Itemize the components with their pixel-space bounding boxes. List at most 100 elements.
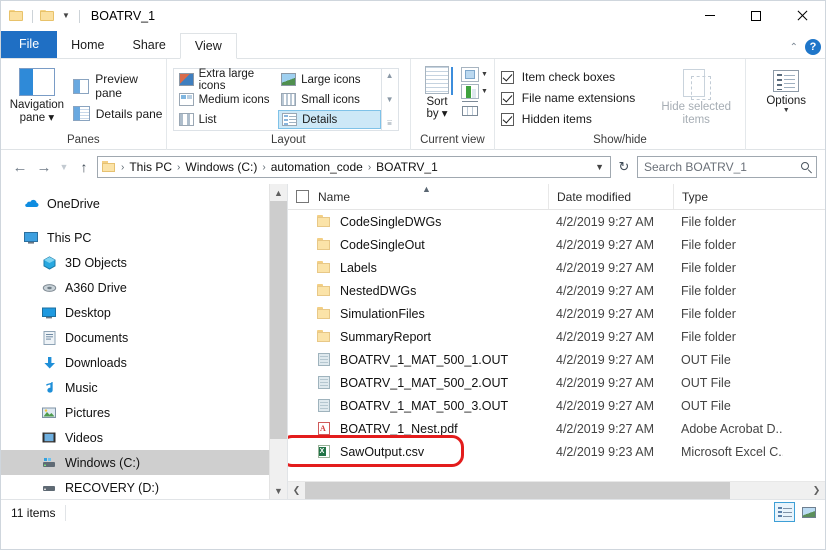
scrollbar-thumb[interactable] [305, 482, 730, 499]
collapse-ribbon-icon[interactable]: ⌃ [790, 42, 798, 53]
scroll-right-icon[interactable]: ❯ [808, 485, 825, 496]
table-row[interactable]: BOATRV_1_MAT_500_1.OUT 4/2/2019 9:27 AM … [288, 348, 825, 371]
hidden-items-checkbox[interactable] [501, 113, 514, 126]
file-type: OUT File [673, 376, 783, 390]
layout-medium-icons[interactable]: Medium icons [176, 90, 279, 109]
sidebar-item-windows-c[interactable]: Windows (C:) [1, 450, 287, 475]
item-check-boxes-row[interactable]: Item check boxes [501, 70, 635, 84]
breadcrumb-windows-c[interactable]: Windows (C:) [183, 160, 259, 174]
folder-icon[interactable] [9, 9, 25, 24]
gallery-expand-icon[interactable]: ⩸ [387, 118, 392, 128]
close-button[interactable] [779, 1, 825, 30]
breadcrumb-this-pc[interactable]: This PC [127, 160, 174, 174]
horizontal-scrollbar[interactable]: ❮ ❯ [288, 481, 825, 499]
file-name: CodeSingleOut [340, 238, 425, 252]
file-name: SawOutput.csv [340, 445, 424, 459]
recent-locations-button[interactable]: ▼ [57, 156, 71, 178]
navigation-pane-button[interactable]: Navigation pane ▾ [1, 64, 73, 125]
file-name-extensions-label: File name extensions [522, 91, 635, 105]
sidebar-item-a360-drive[interactable]: A360 Drive [1, 275, 287, 300]
scroll-down-icon[interactable]: ▼ [270, 482, 287, 499]
layout-extra-large-icons[interactable]: Extra large icons [176, 70, 279, 89]
scroll-up-icon[interactable]: ▲ [386, 71, 394, 80]
folder-icon [102, 161, 116, 173]
address-path-box[interactable]: › This PC › Windows (C:) › automation_co… [97, 156, 611, 178]
documents-icon [41, 330, 58, 346]
tab-view[interactable]: View [180, 33, 237, 59]
table-row[interactable]: Labels 4/2/2019 9:27 AM File folder [288, 256, 825, 279]
tab-file[interactable]: File [1, 31, 57, 58]
table-row[interactable]: CodeSingleDWGs 4/2/2019 9:27 AM File fol… [288, 210, 825, 233]
chevron-down-icon[interactable]: ▼ [60, 12, 72, 20]
sidebar-item-documents[interactable]: Documents [1, 325, 287, 350]
chevron-down-icon[interactable]: ▼ [783, 107, 790, 114]
tab-share[interactable]: Share [119, 33, 180, 58]
forward-button[interactable]: → [33, 156, 55, 178]
navigation-pane-scrollbar[interactable]: ▲ ▼ [269, 184, 287, 499]
table-row[interactable]: NestedDWGs 4/2/2019 9:27 AM File folder [288, 279, 825, 302]
table-row[interactable]: SimulationFiles 4/2/2019 9:27 AM File fo… [288, 302, 825, 325]
a360-drive-icon [41, 280, 58, 296]
preview-pane-button[interactable]: Preview pane [73, 72, 166, 100]
scroll-up-icon[interactable]: ▲ [270, 184, 287, 201]
column-header-date-modified[interactable]: Date modified [548, 184, 673, 209]
sidebar-label: Windows (C:) [65, 456, 140, 470]
maximize-button[interactable] [733, 1, 779, 30]
search-box[interactable]: Search BOATRV_1 [637, 156, 817, 178]
up-button[interactable]: ↑ [73, 156, 95, 178]
table-row[interactable]: BOATRV_1_MAT_500_2.OUT 4/2/2019 9:27 AM … [288, 371, 825, 394]
back-button[interactable]: ← [9, 156, 31, 178]
sidebar-item-3d-objects[interactable]: 3D Objects [1, 250, 287, 275]
item-check-boxes-checkbox[interactable] [501, 71, 514, 84]
column-header-name[interactable]: Name [288, 184, 548, 209]
breadcrumb-automation-code[interactable]: automation_code [269, 160, 365, 174]
search-input[interactable]: Search BOATRV_1 [644, 160, 747, 174]
breadcrumb-boatrv-1[interactable]: BOATRV_1 [374, 160, 440, 174]
minimize-button[interactable] [687, 1, 733, 30]
help-icon[interactable]: ? [805, 39, 821, 55]
table-row[interactable]: BOATRV_1_Nest.pdf 4/2/2019 9:27 AM Adobe… [288, 417, 825, 440]
table-row[interactable]: SummaryReport 4/2/2019 9:27 AM File fold… [288, 325, 825, 348]
sidebar-item-this-pc[interactable]: This PC [1, 225, 287, 250]
refresh-button[interactable]: ↻ [613, 156, 635, 178]
hidden-items-row[interactable]: Hidden items [501, 112, 635, 126]
scrollbar-thumb[interactable] [270, 201, 287, 439]
sidebar-item-videos[interactable]: Videos [1, 425, 287, 450]
details-pane-button[interactable]: Details pane [73, 106, 166, 121]
options-button[interactable]: Options ▼ [750, 64, 822, 114]
large-icons-view-button[interactable] [798, 502, 819, 522]
file-name: SummaryReport [340, 330, 431, 344]
group-by-button[interactable]: ▼ [461, 84, 488, 99]
layout-large-icons[interactable]: Large icons [278, 70, 381, 89]
file-name: Labels [340, 261, 377, 275]
layout-details[interactable]: Details [278, 110, 381, 129]
tab-home[interactable]: Home [57, 33, 118, 58]
sort-by-button[interactable]: Sort by ▾ [417, 64, 457, 120]
scroll-down-icon[interactable]: ▼ [386, 95, 394, 104]
folder-icon[interactable] [40, 9, 56, 24]
sidebar-item-desktop[interactable]: Desktop [1, 300, 287, 325]
layout-list[interactable]: List [176, 110, 279, 129]
column-header-type[interactable]: Type [673, 184, 783, 209]
size-all-columns-button[interactable] [461, 101, 488, 116]
scroll-left-icon[interactable]: ❮ [288, 485, 305, 496]
table-row[interactable]: CodeSingleOut 4/2/2019 9:27 AM File fold… [288, 233, 825, 256]
sidebar-item-recovery-d[interactable]: RECOVERY (D:) [1, 475, 287, 499]
sidebar-item-onedrive[interactable]: OneDrive [1, 191, 287, 216]
file-name-extensions-checkbox[interactable] [501, 92, 514, 105]
sidebar-item-music[interactable]: Music [1, 375, 287, 400]
options-label: Options [766, 95, 806, 107]
add-columns-button[interactable]: ▼ [461, 67, 488, 82]
sidebar-item-pictures[interactable]: Pictures [1, 400, 287, 425]
chevron-down-icon[interactable]: ▼ [589, 162, 610, 172]
select-all-checkbox[interactable] [296, 190, 309, 203]
table-row-highlighted[interactable]: SawOutput.csv 4/2/2019 9:23 AM Microsoft… [288, 440, 825, 463]
sidebar-item-downloads[interactable]: Downloads [1, 350, 287, 375]
layout-gallery-scrollbar[interactable]: ▲ ▼ ⩸ [381, 69, 398, 130]
scrollbar-track[interactable] [305, 482, 808, 499]
details-view-button[interactable] [774, 502, 795, 522]
navigation-pane: OneDrive This PC 3D Objects [1, 184, 287, 499]
table-row[interactable]: BOATRV_1_MAT_500_3.OUT 4/2/2019 9:27 AM … [288, 394, 825, 417]
file-name-extensions-row[interactable]: File name extensions [501, 91, 635, 105]
layout-small-icons[interactable]: Small icons [278, 90, 381, 109]
